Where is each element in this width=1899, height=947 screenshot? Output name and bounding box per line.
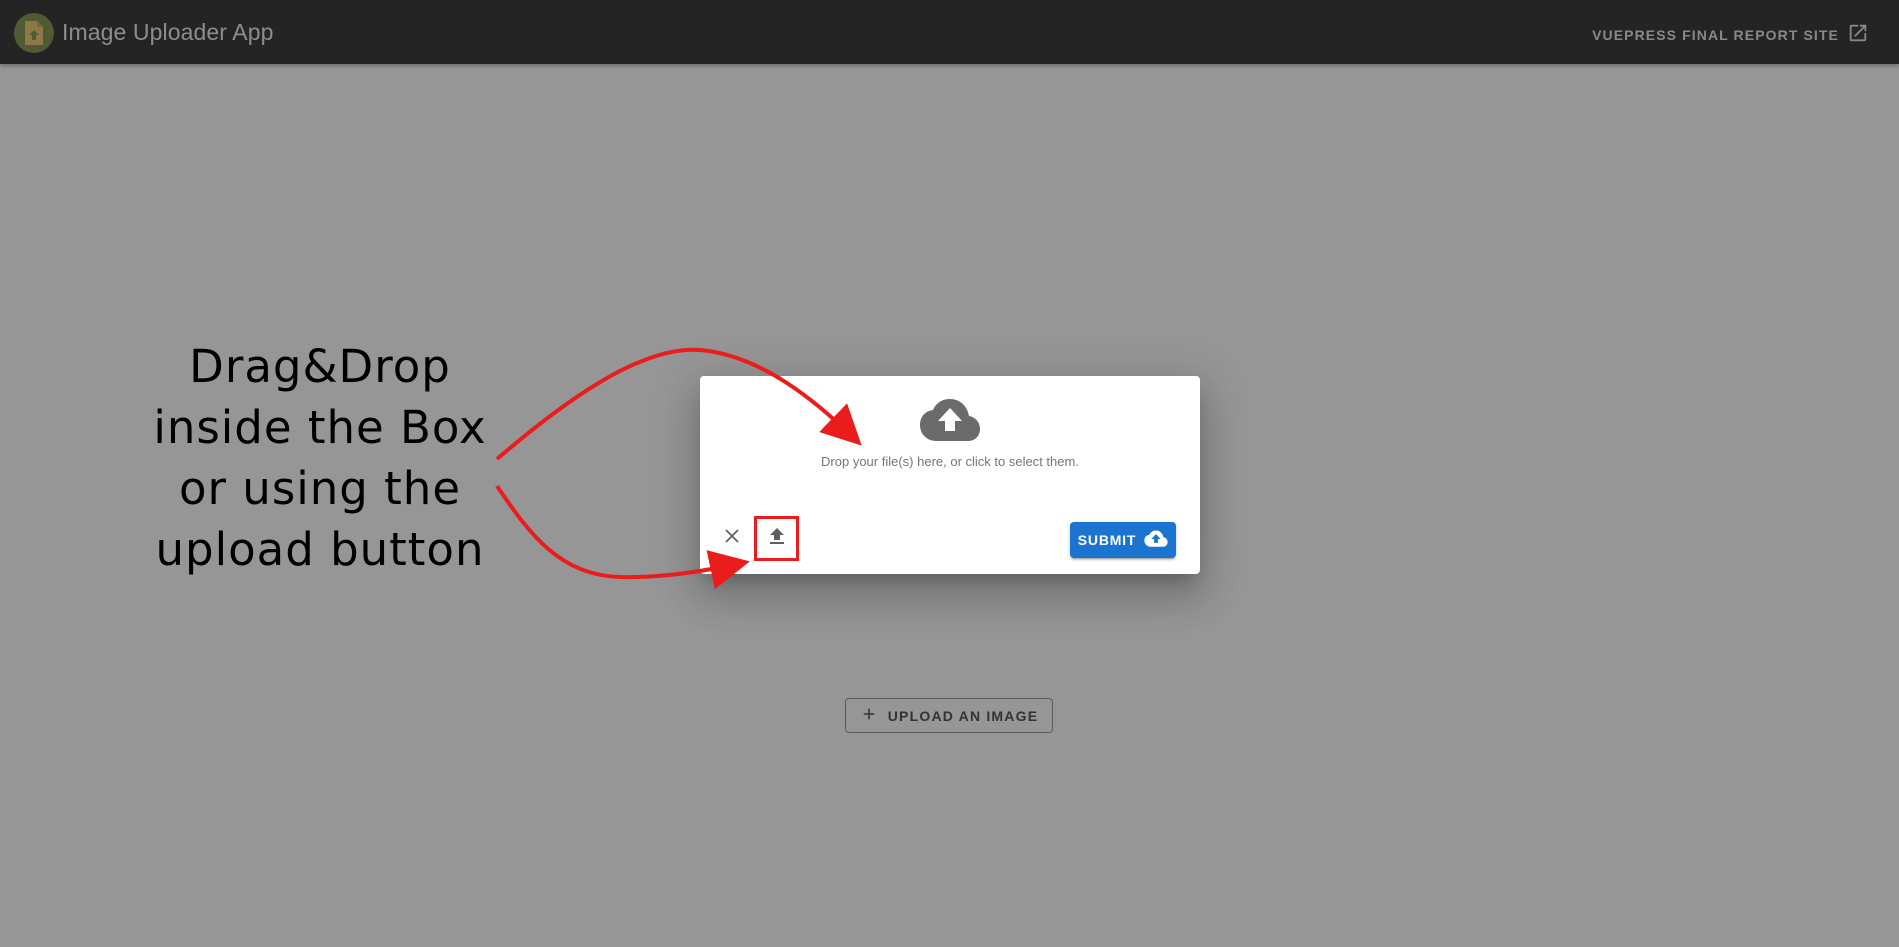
annotation-line: upload button: [155, 523, 485, 576]
cloud-upload-icon: [919, 398, 981, 449]
clear-files-button[interactable]: [722, 528, 742, 548]
dropzone-text: Drop your file(s) here, or click to sele…: [821, 454, 1079, 469]
dropzone[interactable]: Drop your file(s) here, or click to sele…: [700, 376, 1200, 496]
cloud-upload-icon: [1144, 529, 1168, 551]
submit-label: SUBMIT: [1077, 532, 1137, 548]
select-file-button[interactable]: [754, 516, 799, 561]
app-root: Image Uploader App VUEPRESS FINAL REPORT…: [0, 0, 1899, 947]
annotation-line: Drag&Drop: [189, 340, 451, 393]
close-icon: [724, 528, 740, 549]
upload-icon: [768, 526, 786, 551]
upload-an-image-label: UPLOAD AN IMAGE: [887, 707, 1039, 724]
upload-an-image-button[interactable]: UPLOAD AN IMAGE: [845, 698, 1053, 733]
annotation-line: or using the: [178, 462, 462, 515]
annotation-instructions: Drag&Drop inside the Box or using the up…: [140, 336, 500, 580]
upload-dialog: Drop your file(s) here, or click to sele…: [700, 376, 1200, 574]
submit-button[interactable]: SUBMIT: [1070, 522, 1176, 558]
annotation-line: inside the Box: [153, 401, 487, 454]
plus-icon: [860, 705, 878, 726]
